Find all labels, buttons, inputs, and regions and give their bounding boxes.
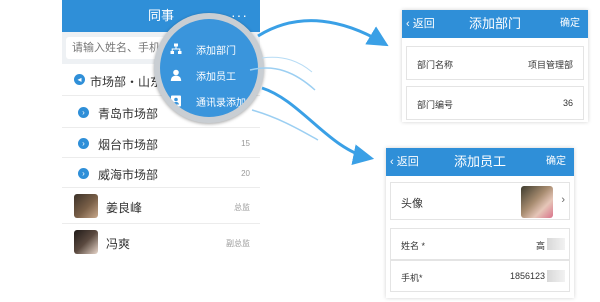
blurred-value [547, 238, 565, 250]
field-value: 项目管理部 [527, 60, 573, 70]
field-value: 36 [562, 98, 573, 108]
confirm-button[interactable]: 确定 [560, 10, 580, 38]
add-department-header: ‹ 返回 添加部门 确定 [402, 10, 588, 38]
field-label: 头像 [401, 198, 423, 210]
field-value: 高 [535, 241, 545, 251]
add-employee-header: ‹ 返回 添加员工 确定 [386, 148, 574, 176]
avatar [521, 186, 553, 218]
motion-line [261, 56, 313, 73]
add-employee-screen: ‹ 返回 添加员工 确定 头像 › 姓名 * 高 手机* 1856123 [386, 148, 574, 298]
blurred-value [547, 270, 565, 282]
motion-line [249, 67, 316, 91]
phone-field[interactable]: 手机* 1856123 [390, 260, 570, 292]
field-value: 1856123 [509, 271, 545, 281]
chevron-right-icon: › [561, 194, 565, 206]
name-field[interactable]: 姓名 * 高 [390, 228, 570, 260]
confirm-button[interactable]: 确定 [546, 148, 566, 176]
field-label: 姓名 * [401, 241, 426, 251]
field-label: 部门编号 [417, 100, 454, 110]
field-label: 部门名称 [417, 60, 454, 70]
department-number-field[interactable]: 部门编号 36 [406, 86, 584, 120]
arrow-to-add-employee [261, 86, 375, 165]
avatar-field[interactable]: 头像 › [390, 182, 570, 220]
motion-line [251, 109, 319, 141]
department-name-field[interactable]: 部门名称 项目管理部 [406, 46, 584, 80]
arrow-to-add-department [257, 19, 389, 47]
add-department-screen: ‹ 返回 添加部门 确定 部门名称 项目管理部 部门编号 36 [402, 10, 588, 122]
field-label: 手机* [401, 273, 423, 283]
